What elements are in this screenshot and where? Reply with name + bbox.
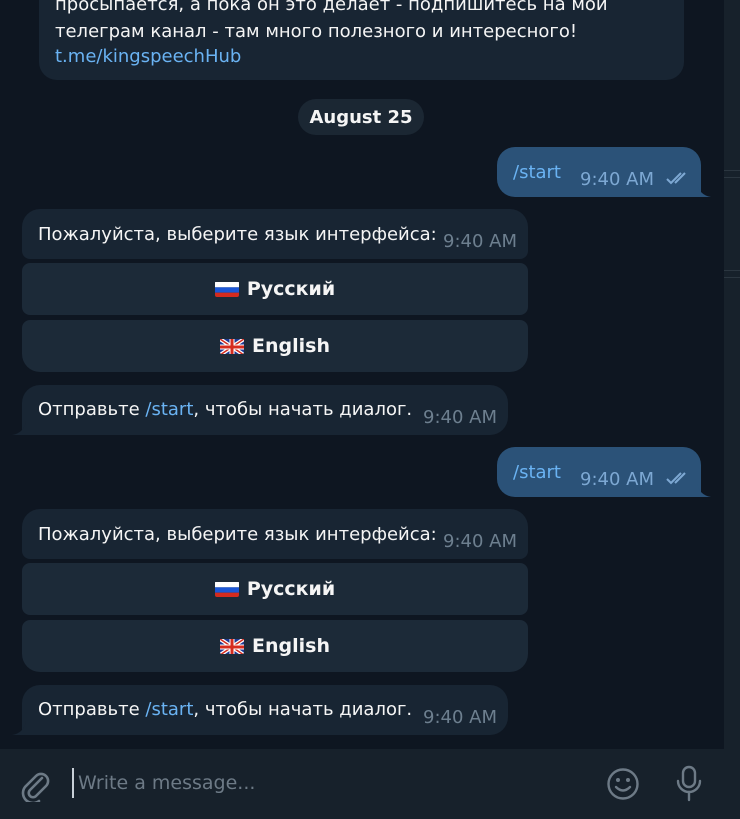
message-time: 9:40 AM (423, 707, 497, 728)
double-check-icon (666, 472, 686, 485)
command-link[interactable]: /start (145, 399, 193, 420)
bubble-tail (12, 721, 26, 735)
scrollbar-marker (724, 270, 740, 278)
double-check-icon (666, 172, 686, 185)
scrollbar-marker (724, 170, 740, 178)
keyboard-button-russian[interactable]: Русский (22, 263, 528, 315)
message-time: 9:40 AM (443, 231, 517, 252)
outgoing-message: /start 9:40 AM (497, 447, 701, 497)
message-time: 9:40 AM (423, 407, 497, 428)
keyboard-button-label: English (252, 635, 330, 657)
incoming-message: Отправьте /start, чтобы начать диалог. 9… (22, 685, 508, 735)
date-separator: August 25 (298, 99, 424, 135)
chat-history: просыпается, а пока он это делает - подп… (0, 0, 724, 749)
message-text: телеграм канал - там много полезного и и… (55, 21, 578, 42)
outgoing-message: /start 9:40 AM (497, 147, 701, 197)
keyboard-button-label: English (252, 335, 330, 357)
incoming-message: Отправьте /start, чтобы начать диалог. 9… (22, 385, 508, 435)
command-link[interactable]: /start (513, 462, 561, 483)
incoming-message: Пожалуйста, выберите язык интерфейса: 9:… (22, 509, 528, 559)
message-text: просыпается, а пока он это делает - подп… (55, 0, 608, 15)
flag-uk-icon (220, 638, 245, 654)
keyboard-button-label: Русский (246, 278, 336, 300)
message-time: 9:40 AM (443, 531, 517, 552)
flag-uk-icon (220, 338, 245, 354)
bubble-tail (697, 183, 711, 197)
emoji-icon[interactable] (606, 767, 640, 801)
message-input[interactable] (72, 768, 578, 798)
microphone-icon[interactable] (674, 765, 704, 803)
incoming-message: Пожалуйста, выберите язык интерфейса: 9:… (22, 209, 528, 259)
keyboard-button-label: Русский (246, 578, 336, 600)
flag-russia-icon (214, 281, 239, 297)
message-link[interactable]: t.me/kingspeechHub (55, 46, 241, 67)
message-bubble: просыпается, а пока он это делает - подп… (39, 0, 684, 80)
command-link[interactable]: /start (145, 699, 193, 720)
paperclip-icon[interactable] (18, 768, 52, 802)
bubble-tail (12, 421, 26, 435)
keyboard-button-english[interactable]: English (22, 620, 528, 672)
message-text: Пожалуйста, выберите язык интерфейса: (38, 524, 437, 545)
message-text: Отправьте /start, чтобы начать диалог. (38, 699, 413, 720)
bubble-tail (697, 483, 711, 497)
keyboard-button-english[interactable]: English (22, 320, 528, 372)
message-time: 9:40 AM (580, 169, 654, 190)
scrollbar[interactable] (724, 0, 740, 749)
message-text: Пожалуйста, выберите язык интерфейса: (38, 224, 437, 245)
command-link[interactable]: /start (513, 162, 561, 183)
message-text: Отправьте /start, чтобы начать диалог. (38, 399, 413, 420)
message-time: 9:40 AM (580, 469, 654, 490)
keyboard-button-russian[interactable]: Русский (22, 563, 528, 615)
flag-russia-icon (214, 581, 239, 597)
